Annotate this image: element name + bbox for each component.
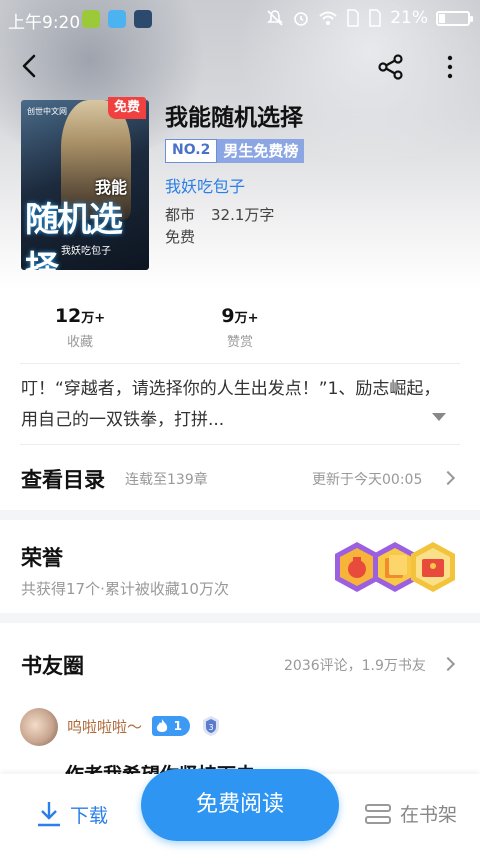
avatar[interactable] [20, 708, 58, 746]
top-bar [0, 46, 480, 90]
catalog-title: 查看目录 [21, 468, 105, 492]
stat-unit: 万+ [234, 311, 259, 326]
rank-label: 男生免费榜 [217, 139, 305, 163]
flame-icon [156, 719, 168, 732]
free-read-button[interactable]: 免费阅读 [141, 769, 339, 841]
notification-icons [82, 10, 152, 28]
bookshelf-label: 在书架 [400, 804, 458, 826]
free-tag: 免费 [108, 97, 146, 119]
sim1-icon [347, 9, 359, 27]
battery-icon [436, 10, 473, 26]
chevron-right-icon [440, 470, 456, 486]
section-gap [0, 613, 480, 623]
stat-label: 赞赏 [226, 335, 253, 350]
more-vertical-icon[interactable] [440, 52, 460, 82]
bookshelf-button[interactable]: 在书架 [364, 800, 457, 827]
share-icon[interactable] [376, 52, 406, 82]
download-button[interactable]: 下载 [36, 800, 108, 828]
book-genre: 都市 [165, 206, 196, 224]
sim2-icon [369, 9, 381, 27]
battery-percent: 21% [390, 8, 428, 28]
download-label: 下载 [70, 804, 109, 827]
stat-value: 12万+ [46, 305, 114, 327]
app-notification-icon [108, 10, 126, 28]
status-right: 21% [266, 8, 473, 28]
book-intro[interactable]: 叮！“穿越者，请选择你的人生出发点！”1、励志崛起，用自己的一双铁拳，打拼... [21, 374, 441, 436]
post-username[interactable]: 呜啦啦啦～ [67, 716, 142, 737]
user-level-badge: 1 [152, 716, 190, 736]
circle-title: 书友圈 [21, 654, 84, 678]
honor-badges [330, 540, 460, 598]
status-time: 上午9:20 [8, 13, 81, 33]
word-count: 32.1万字 [211, 206, 275, 224]
rank-number: NO.2 [165, 139, 218, 163]
alarm-icon [294, 12, 309, 26]
expand-caret-icon[interactable] [432, 413, 446, 421]
divider [20, 444, 460, 445]
app-notification-icon [82, 10, 100, 28]
battery-level [439, 13, 445, 23]
mute-icon [267, 10, 284, 26]
stat-rewards: 9万+ 赞赏 [206, 305, 274, 350]
stat-value: 9万+ [206, 305, 274, 327]
book-meta: 都市 32.1万字 [165, 204, 274, 225]
wifi-icon [319, 11, 337, 25]
catalog-progress: 连载至139章 [125, 472, 208, 488]
book-cover[interactable]: 创世中文网 我能 随机选择 我妖吃包子 [21, 100, 149, 270]
app-notification-icon [134, 10, 152, 28]
fan-level-shield-icon: 3 [203, 716, 219, 736]
rank-badge[interactable]: NO.2 男生免费榜 [165, 139, 305, 163]
stat-label: 收藏 [66, 335, 93, 350]
stat-number: 9 [221, 305, 235, 327]
honor-desc: 共获得17个·累计被收藏10万次 [21, 580, 229, 598]
author-link[interactable]: 我妖吃包子 [165, 173, 245, 197]
red-packet-badge-icon [411, 542, 455, 592]
circle-summary: 2036评论，1.9万书友 [284, 658, 426, 674]
divider [20, 363, 460, 364]
stat-unit: 万+ [81, 311, 106, 326]
status-bar: 上午9:20 21% [0, 0, 480, 38]
book-title: 我能随机选择 [165, 105, 303, 131]
cover-author: 我妖吃包子 [61, 246, 111, 257]
user-level: 1 [173, 719, 182, 733]
book-price: 免费 [165, 228, 196, 246]
catalog-update: 更新于今天00:05 [312, 472, 423, 488]
download-icon [38, 802, 60, 827]
chevron-right-icon [440, 656, 456, 672]
stat-number: 12 [54, 305, 82, 327]
back-arrow-icon[interactable] [14, 50, 46, 82]
stat-favorites: 12万+ 收藏 [46, 305, 114, 350]
fan-level: 3 [208, 723, 213, 732]
cover-title-big: 随机选择 [25, 200, 123, 270]
cover-brand: 创世中文网 [27, 107, 67, 116]
honor-title: 荣誉 [21, 546, 63, 570]
section-gap [0, 510, 480, 520]
bookshelf-icon [365, 803, 391, 824]
